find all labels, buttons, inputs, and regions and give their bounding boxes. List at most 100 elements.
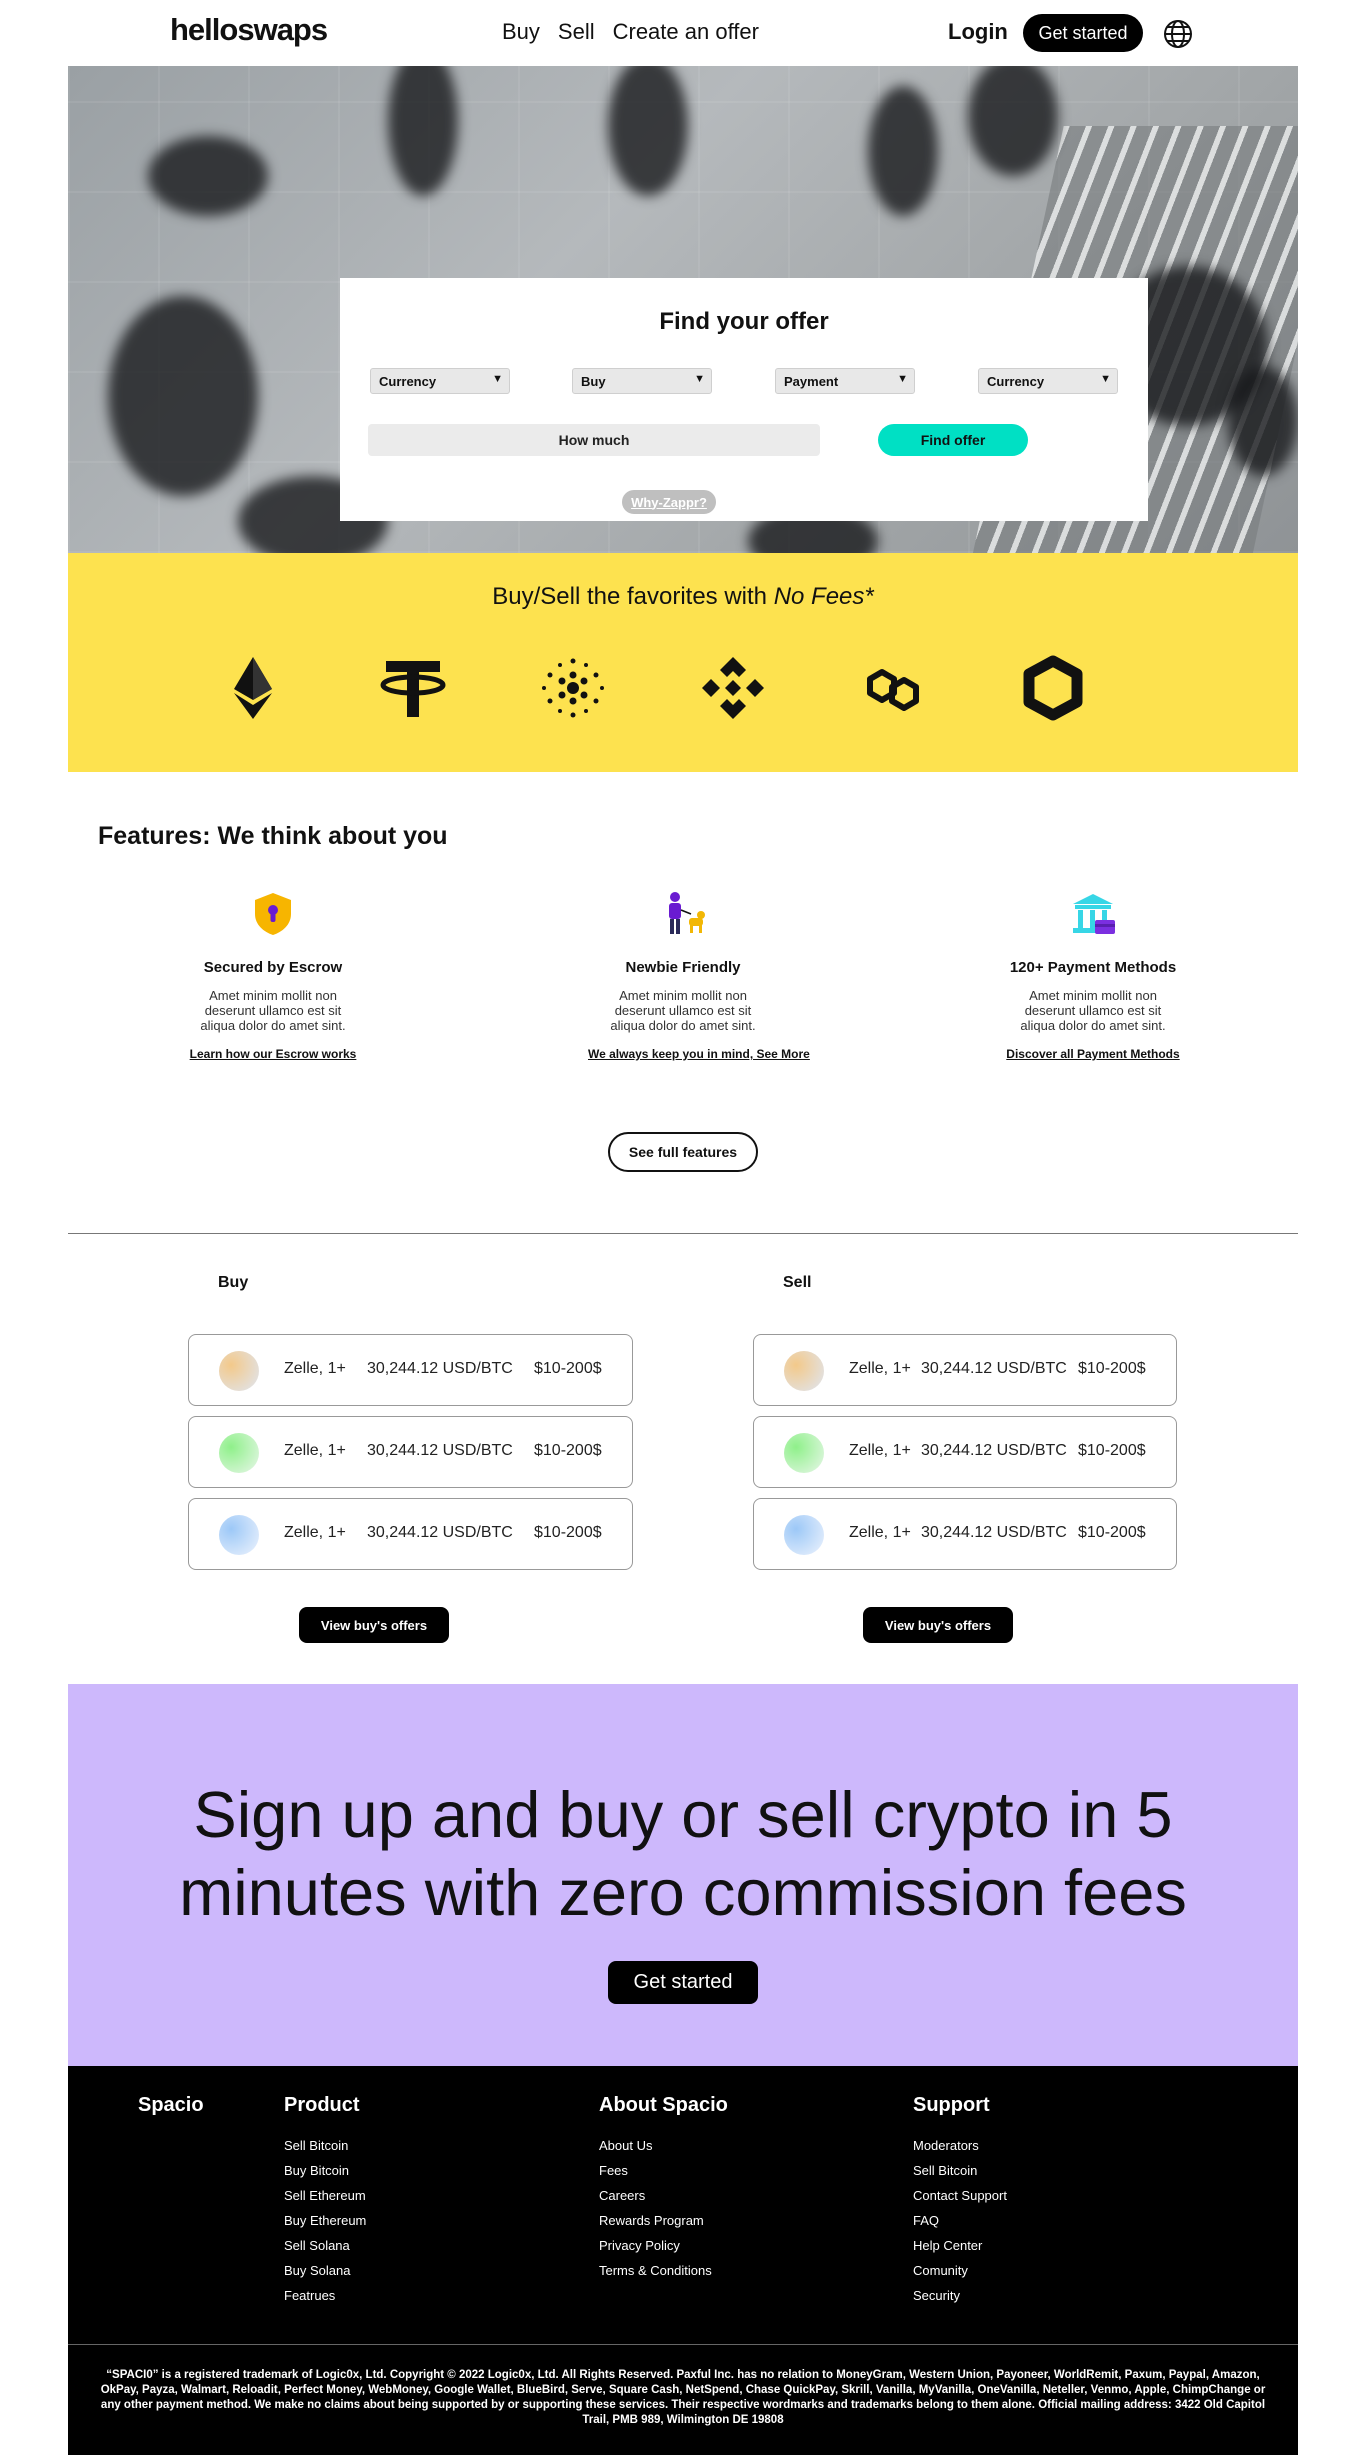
sell-offer-row[interactable]: Zelle, 1+ 30,244.12 USD/BTC $10-200$ (753, 1498, 1177, 1570)
escrow-learn-link[interactable]: Learn how our Escrow works (190, 1047, 357, 1061)
buy-sell-select-value: Buy (581, 374, 606, 389)
tether-icon[interactable] (378, 653, 448, 723)
target-currency-select[interactable]: Currency ▼ (978, 368, 1118, 394)
cta-get-started-button[interactable]: Get started (608, 1961, 758, 2004)
feature-name: Newbie Friendly (625, 959, 741, 976)
footer-link[interactable]: Featrues (284, 2283, 366, 2308)
footer-link[interactable]: Sell Bitcoin (913, 2158, 1007, 2183)
why-zappr-link[interactable]: Why-Zappr? (621, 489, 717, 515)
footer-link[interactable]: About Us (599, 2133, 728, 2158)
feature-newbie: Newbie Friendly Amet minim mollit non de… (588, 890, 810, 1063)
view-buy-offers-button[interactable]: View buy's offers (299, 1607, 449, 1643)
offer-price: 30,244.12 USD/BTC (921, 1360, 1067, 1377)
offer-payment-method: Zelle, 1+ (284, 1360, 346, 1377)
buy-offer-row[interactable]: Zelle, 1+ 30,244.12 USD/BTC $10-200$ (188, 1334, 633, 1406)
payment-select-value: Payment (784, 374, 839, 389)
find-offer-title: Find your offer (659, 308, 829, 335)
polygon-icon[interactable] (858, 653, 928, 723)
feature-description: Amet minim mollit non deserunt ullamco e… (610, 988, 756, 1033)
get-started-button[interactable]: Get started (1023, 14, 1143, 52)
logo[interactable]: helloswaps (170, 12, 328, 48)
newbie-person-icon (669, 892, 705, 934)
hero-person-figure (148, 136, 268, 216)
offer-payment-method: Zelle, 1+ (849, 1442, 911, 1459)
footer-link[interactable]: Sell Ethereum (284, 2183, 366, 2208)
ethereum-icon[interactable] (218, 653, 288, 723)
offer-limit-range: $10-200$ (1078, 1442, 1146, 1459)
footer-link[interactable]: Fees (599, 2158, 728, 2183)
sell-offer-row[interactable]: Zelle, 1+ 30,244.12 USD/BTC $10-200$ (753, 1334, 1177, 1406)
payment-select[interactable]: Payment ▼ (775, 368, 915, 394)
sell-column-title: Sell (783, 1274, 812, 1291)
buy-offer-row[interactable]: Zelle, 1+ 30,244.12 USD/BTC $10-200$ (188, 1416, 633, 1488)
currency-select-value: Currency (379, 374, 437, 389)
footer-column-product: Product Sell Bitcoin Buy Bitcoin Sell Et… (284, 2094, 366, 2308)
payment-methods-link[interactable]: Discover all Payment Methods (1006, 1047, 1179, 1061)
footer-link[interactable]: Buy Bitcoin (284, 2158, 366, 2183)
favorites-title-emphasis: No Fees* (773, 583, 874, 610)
nav-buy[interactable]: Buy (502, 19, 540, 45)
hero-person-figure (108, 296, 258, 496)
offer-payment-method: Zelle, 1+ (284, 1442, 346, 1459)
footer-divider (68, 2344, 1298, 2345)
footer-link[interactable]: Sell Solana (284, 2233, 366, 2258)
hexagon-token-icon[interactable] (1018, 653, 1088, 723)
offer-limit-range: $10-200$ (534, 1360, 602, 1377)
footer-link[interactable]: Moderators (913, 2133, 1007, 2158)
offer-price: 30,244.12 USD/BTC (367, 1524, 513, 1541)
offer-price: 30,244.12 USD/BTC (921, 1442, 1067, 1459)
offer-limit-range: $10-200$ (534, 1442, 602, 1459)
nav-create-offer[interactable]: Create an offer (613, 19, 759, 45)
offer-price: 30,244.12 USD/BTC (921, 1524, 1067, 1541)
cta-headline: Sign up and buy or sell crypto in 5 minu… (68, 1776, 1298, 1932)
footer-link[interactable]: FAQ (913, 2208, 1007, 2233)
binance-icon[interactable] (698, 653, 768, 723)
cta-headline-line1: Sign up and buy or sell crypto in 5 (193, 1778, 1173, 1851)
globe-icon[interactable] (1162, 18, 1194, 50)
footer-brand[interactable]: Spacio (138, 2094, 204, 2117)
footer-link[interactable]: Help Center (913, 2233, 1007, 2258)
footer-column-title: About Spacio (599, 2094, 728, 2116)
feature-description: Amet minim mollit non deserunt ullamco e… (200, 988, 346, 1033)
footer-link[interactable]: Security (913, 2283, 1007, 2308)
see-full-features-button[interactable]: See full features (608, 1132, 758, 1172)
footer-column-support: Support Moderators Sell Bitcoin Contact … (913, 2094, 1007, 2308)
login-link[interactable]: Login (948, 19, 1008, 45)
footer-link[interactable]: Buy Solana (284, 2258, 366, 2283)
offer-payment-method: Zelle, 1+ (284, 1524, 346, 1541)
footer-link[interactable]: Sell Bitcoin (284, 2133, 366, 2158)
signup-cta: Sign up and buy or sell crypto in 5 minu… (68, 1684, 1298, 2066)
feature-description: Amet minim mollit non deserunt ullamco e… (1020, 988, 1166, 1033)
feature-name: 120+ Payment Methods (1009, 959, 1177, 976)
favorites-title-text: Buy/Sell the favorites with (492, 583, 774, 610)
footer-link[interactable]: Terms & Conditions (599, 2258, 728, 2283)
footer-link[interactable]: Comunity (913, 2258, 1007, 2283)
nav-sell[interactable]: Sell (558, 19, 595, 45)
site-header: helloswaps Buy Sell Create an offer Logi… (0, 0, 1366, 66)
avatar (219, 1351, 259, 1391)
offer-price: 30,244.12 USD/BTC (367, 1442, 513, 1459)
footer-link[interactable]: Contact Support (913, 2183, 1007, 2208)
feature-name: Secured by Escrow (203, 959, 343, 976)
cta-headline-line2: minutes with zero commission fees (179, 1856, 1187, 1929)
buy-sell-select[interactable]: Buy ▼ (572, 368, 712, 394)
footer-link[interactable]: Privacy Policy (599, 2233, 728, 2258)
footer-link[interactable]: Buy Ethereum (284, 2208, 366, 2233)
offer-limit-range: $10-200$ (1078, 1360, 1146, 1377)
sell-offer-row[interactable]: Zelle, 1+ 30,244.12 USD/BTC $10-200$ (753, 1416, 1177, 1488)
avatar (219, 1433, 259, 1473)
feature-payment-methods: 120+ Payment Methods Amet minim mollit n… (998, 890, 1188, 1063)
cardano-icon[interactable] (538, 653, 608, 723)
find-offer-button[interactable]: Find offer (878, 424, 1028, 456)
buy-offer-row[interactable]: Zelle, 1+ 30,244.12 USD/BTC $10-200$ (188, 1498, 633, 1570)
chevron-down-icon: ▼ (492, 373, 503, 385)
avatar (784, 1433, 824, 1473)
newbie-see-more-link[interactable]: We always keep you in mind, See More (588, 1047, 810, 1061)
footer-link[interactable]: Rewards Program (599, 2208, 728, 2233)
chevron-down-icon: ▼ (694, 373, 705, 385)
footer-link[interactable]: Careers (599, 2183, 728, 2208)
amount-input[interactable]: How much (368, 424, 820, 456)
view-sell-offers-button[interactable]: View buy's offers (863, 1607, 1013, 1643)
main-nav: Buy Sell Create an offer (502, 19, 759, 45)
currency-select[interactable]: Currency ▼ (370, 368, 510, 394)
